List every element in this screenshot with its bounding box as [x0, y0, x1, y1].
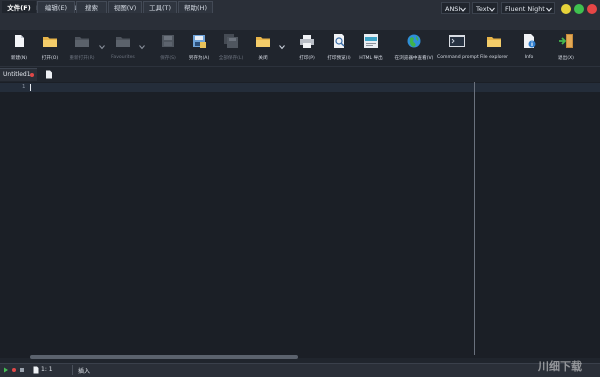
modified-dot-icon[interactable] [30, 73, 34, 77]
menu-tab-row [0, 17, 600, 30]
save-all-icon [223, 34, 239, 48]
file-explorer-label: File explorer [479, 55, 509, 60]
reopen-chevron-icon[interactable] [99, 44, 105, 50]
reopen-button[interactable]: 重新打开(R) [69, 32, 95, 64]
document-status-icon [33, 366, 39, 374]
tab-tools[interactable]: 工具(T) [143, 1, 177, 13]
save-as-button[interactable]: 另存为(A) [187, 32, 211, 64]
editor-area[interactable] [0, 82, 600, 358]
open-label: 打开(O) [41, 56, 59, 61]
new-button[interactable]: 新建(N) [8, 32, 30, 64]
tab-help[interactable]: 帮助(H) [178, 1, 213, 13]
view-in-browser-button[interactable]: 在浏览器中查看(V) [395, 32, 433, 64]
favourites-label: Favourites [111, 55, 135, 60]
open-button[interactable]: 打开(O) [38, 32, 62, 64]
chevron-down-icon [489, 7, 495, 12]
close-file-label: 关闭 [258, 56, 268, 61]
info-button[interactable]: Info [518, 32, 540, 64]
tab-view[interactable]: 视图(V) [108, 1, 142, 13]
new-document-icon [11, 34, 27, 48]
encoding-dropdown[interactable]: ANSI [441, 2, 470, 14]
close-file-button[interactable]: 关闭 [252, 32, 274, 64]
save-label: 保存(S) [160, 56, 176, 61]
html-export-icon [363, 34, 379, 48]
document-tab-label: Untitled1 [3, 71, 31, 78]
insert-mode[interactable]: 插入 [78, 366, 90, 375]
line-number: 1 [22, 84, 26, 90]
reopen-label: 重新打开(R) [69, 56, 95, 61]
html-export-label: HTML 导出 [359, 56, 383, 61]
favourites-button[interactable]: Favourites [110, 32, 136, 64]
command-prompt-icon [449, 34, 465, 48]
stop-icon[interactable] [20, 368, 24, 372]
maximize-button[interactable] [574, 4, 584, 14]
close-button[interactable] [587, 4, 597, 14]
command-prompt-button[interactable]: Command prompt [437, 32, 479, 64]
new-tab-icon[interactable] [45, 70, 53, 79]
current-line-highlight [0, 83, 600, 92]
watermark-logo: 川细下载 [538, 358, 582, 374]
theme-dropdown[interactable]: Fluent Night [501, 2, 555, 14]
view-in-browser-label: 在浏览器中查看(V) [394, 56, 434, 61]
tab-file[interactable]: 文件(F) [2, 1, 36, 13]
horizontal-scrollbar[interactable] [30, 355, 298, 359]
text-caret [30, 84, 31, 91]
document-tab-strip [0, 67, 600, 81]
close-file-chevron-icon[interactable] [279, 44, 285, 50]
theme-value: Fluent Night [505, 5, 545, 13]
tab-search[interactable]: 搜索 [76, 1, 107, 13]
encoding-value: ANSI [445, 5, 461, 13]
save-all-label: 全部保存(L) [218, 56, 244, 61]
file-explorer-button[interactable]: File explorer [480, 32, 508, 64]
right-margin-line [474, 82, 475, 355]
file-explorer-icon [486, 34, 502, 48]
print-preview-label: 打印预览(I) [327, 56, 351, 61]
open-folder-icon [42, 34, 58, 48]
file-type-dropdown[interactable]: Text [472, 2, 498, 14]
status-divider [72, 365, 73, 375]
command-prompt-label: Command prompt [437, 55, 479, 60]
watermark-text: 川细下载 [538, 360, 582, 373]
save-button[interactable]: 保存(S) [157, 32, 179, 64]
save-as-label: 另存为(A) [188, 56, 210, 61]
print-preview-icon [331, 34, 347, 48]
html-export-button[interactable]: HTML 导出 [359, 32, 383, 64]
tab-edit[interactable]: 编辑(E) [37, 1, 75, 13]
printer-icon [299, 34, 315, 48]
document-tab-untitled1[interactable]: Untitled1 [0, 68, 37, 81]
status-arrow-icon[interactable] [3, 367, 9, 373]
exit-door-icon [558, 34, 574, 48]
globe-icon [406, 34, 422, 48]
info-label: Info [524, 55, 534, 60]
save-all-button[interactable]: 全部保存(L) [219, 32, 243, 64]
close-folder-icon [255, 34, 271, 48]
record-icon[interactable] [12, 368, 16, 372]
favourites-folder-icon [115, 34, 131, 48]
reopen-folder-icon [74, 34, 90, 48]
cursor-position: 1: 1 [41, 366, 53, 373]
minimize-button[interactable] [561, 4, 571, 14]
save-as-icon [191, 34, 207, 48]
chevron-down-icon [460, 7, 466, 12]
chevron-down-icon [546, 7, 552, 12]
exit-label: 退出(X) [558, 56, 574, 61]
line-number-gutter [0, 82, 28, 358]
info-document-icon [521, 34, 537, 48]
print-button[interactable]: 打印(P) [296, 32, 318, 64]
file-type-value: Text [476, 5, 490, 13]
exit-button[interactable]: 退出(X) [555, 32, 577, 64]
print-preview-button[interactable]: 打印预览(I) [327, 32, 351, 64]
save-icon [160, 34, 176, 48]
print-label: 打印(P) [299, 56, 315, 61]
favourites-chevron-icon[interactable] [139, 44, 145, 50]
new-label: 新建(N) [10, 56, 28, 61]
